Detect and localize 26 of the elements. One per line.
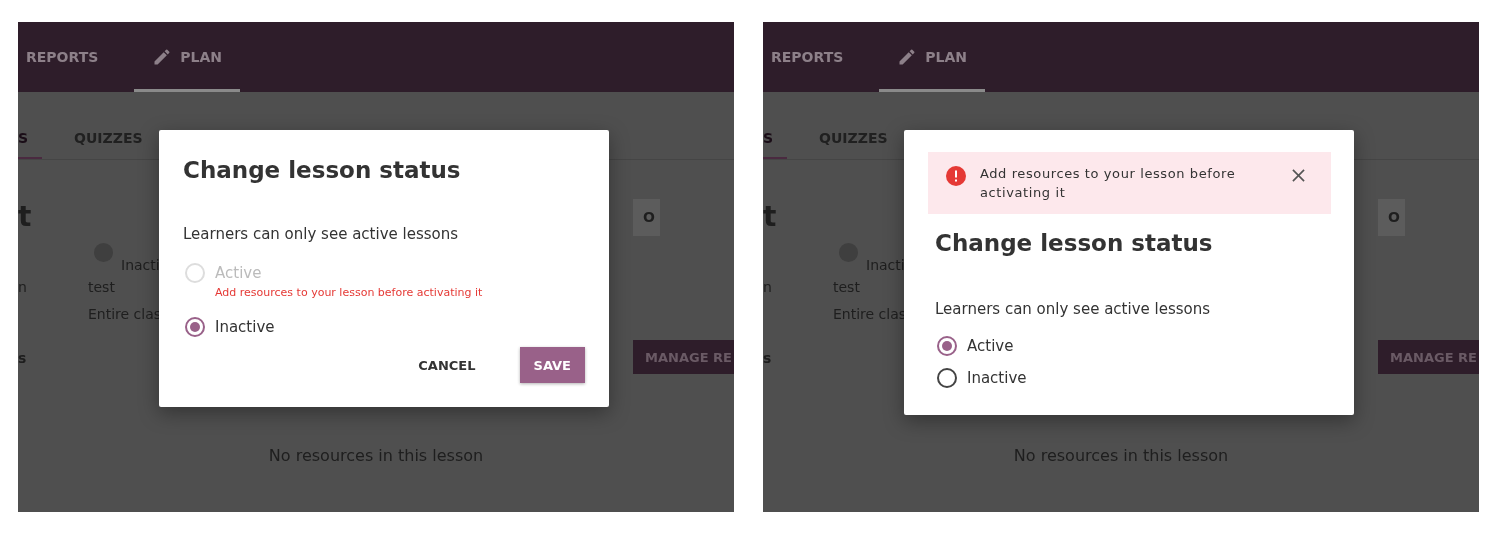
radio-label[interactable]: Inactive	[215, 318, 275, 336]
radio-label[interactable]: Inactive	[967, 369, 1027, 387]
nav-tab[interactable]: REPORTS	[24, 22, 117, 92]
radio-button[interactable]	[937, 336, 957, 356]
nav-tab[interactable]: PLAN	[879, 22, 986, 92]
radio-button[interactable]	[937, 368, 957, 388]
radio-button[interactable]	[185, 317, 205, 337]
cancel-button[interactable]: CANCEL	[404, 347, 490, 383]
save-button[interactable]: SAVE	[519, 347, 585, 383]
error-icon	[946, 166, 966, 186]
radio-label[interactable]: Active	[967, 337, 1014, 355]
options-button[interactable]: O	[1378, 198, 1406, 236]
error-message: Add resources to your lesson before activating it	[215, 285, 484, 301]
nav-tab[interactable]: REPORTS	[769, 22, 862, 92]
sub-tab[interactable]: S	[763, 92, 788, 159]
dialog-title: Change lesson status	[935, 229, 1214, 258]
dialog-title: Change lesson status	[183, 156, 462, 185]
manage-button[interactable]: MANAGE RE	[633, 340, 734, 374]
close-icon[interactable]	[1292, 169, 1305, 182]
options-button[interactable]: O	[633, 198, 661, 236]
dialog-description: Learners can only see active lessons	[935, 299, 1212, 320]
sub-tab[interactable]: S	[18, 92, 43, 159]
alert-message: Add resources to your lesson before activating it	[980, 165, 1237, 202]
nav-tab[interactable]: PLAN	[134, 22, 241, 92]
manage-button[interactable]: MANAGE RE	[1378, 340, 1479, 374]
dialog-description: Learners can only see active lessons	[183, 224, 460, 245]
